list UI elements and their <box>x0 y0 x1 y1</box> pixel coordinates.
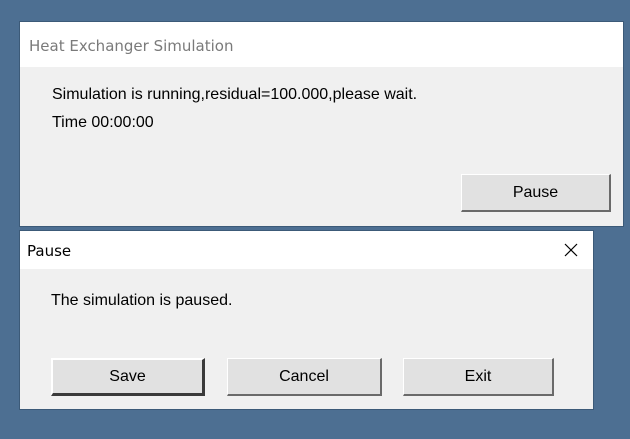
close-button[interactable] <box>549 231 593 269</box>
save-button[interactable]: Save <box>51 358 205 396</box>
simulation-dialog: Heat Exchanger Simulation Simulation is … <box>20 22 623 226</box>
close-icon <box>564 243 578 257</box>
exit-button[interactable]: Exit <box>403 358 554 396</box>
simulation-time-text: Time 00:00:00 <box>52 114 154 131</box>
pause-button[interactable]: Pause <box>461 174 611 212</box>
simulation-dialog-titlebar[interactable]: Heat Exchanger Simulation <box>20 22 623 67</box>
pause-button-label: Pause <box>512 183 559 201</box>
cancel-button[interactable]: Cancel <box>227 358 382 396</box>
pause-dialog: Pause The simulation is paused. Save Can… <box>20 231 593 409</box>
exit-button-label: Exit <box>464 367 492 385</box>
pause-dialog-titlebar[interactable]: Pause <box>20 231 593 269</box>
save-button-label: Save <box>109 367 146 385</box>
simulation-dialog-title: Heat Exchanger Simulation <box>29 37 234 55</box>
pause-message: The simulation is paused. <box>51 292 233 309</box>
simulation-status-text: Simulation is running,residual=100.000,p… <box>52 86 418 103</box>
pause-dialog-title: Pause <box>27 242 72 260</box>
cancel-button-label: Cancel <box>279 367 329 385</box>
